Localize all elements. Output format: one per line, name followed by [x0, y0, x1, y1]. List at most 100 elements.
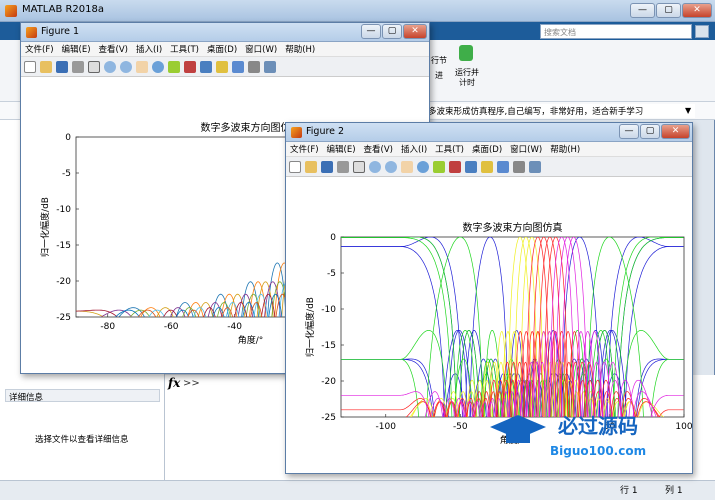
figure2-title: Figure 2: [306, 126, 345, 137]
menu-desktop[interactable]: 桌面(D): [203, 42, 241, 56]
menu-window[interactable]: 窗口(W): [241, 42, 281, 56]
fig1-y-tick-label: -10: [56, 205, 71, 215]
figure2-toolbar: [286, 157, 692, 177]
menu-help[interactable]: 帮助(H): [546, 142, 584, 156]
fig2-y-tick-label: 0: [330, 233, 336, 243]
print-icon[interactable]: [72, 61, 84, 73]
figure1-title: Figure 1: [41, 26, 80, 37]
zoom-in-icon[interactable]: [104, 61, 116, 73]
col-value: 1: [676, 486, 683, 496]
status-bar: [0, 480, 715, 500]
new-figure-icon[interactable]: [289, 161, 301, 173]
open-icon[interactable]: [40, 61, 52, 73]
figure1-toolbar: [21, 57, 429, 77]
print-icon[interactable]: [337, 161, 349, 173]
fig1-y-tick-label: -25: [56, 313, 71, 323]
new-figure-icon[interactable]: [24, 61, 36, 73]
fig2-y-tick-label: -20: [321, 377, 336, 387]
close-button[interactable]: ✕: [682, 3, 712, 18]
fig2-y-axis-label: 归一化幅度/dB: [304, 297, 316, 357]
menu-view[interactable]: 查看(V): [95, 42, 132, 56]
data-cursor-icon[interactable]: [433, 161, 445, 173]
pointer-icon[interactable]: [353, 161, 365, 173]
details-header[interactable]: 详细信息: [5, 389, 160, 403]
menu-view[interactable]: 查看(V): [360, 142, 397, 156]
menu-window[interactable]: 窗口(W): [506, 142, 546, 156]
zoom-out-icon[interactable]: [385, 161, 397, 173]
search-input[interactable]: 搜索文档: [540, 24, 692, 39]
command-prompt[interactable]: >>: [183, 378, 200, 389]
data-cursor-icon[interactable]: [168, 61, 180, 73]
menu-edit[interactable]: 编辑(E): [58, 42, 95, 56]
figure1-minimize-button[interactable]: —: [361, 24, 381, 39]
figure-icon: [291, 127, 302, 138]
colorbar-icon[interactable]: [481, 161, 493, 173]
fig2-y-tick-label: -15: [321, 341, 336, 351]
watermark-text: 必过源码: [557, 414, 638, 438]
fig2-y-tick-label: -10: [321, 305, 336, 315]
brush-icon[interactable]: [184, 61, 196, 73]
main-window-title: MATLAB R2018a: [22, 4, 105, 15]
watermark-logo: 必过源码 Biguo100.com: [490, 414, 646, 458]
pan-icon[interactable]: [401, 161, 413, 173]
colorbar-icon[interactable]: [216, 61, 228, 73]
menu-file[interactable]: 文件(F): [286, 142, 323, 156]
ribbon-label-advance: 进: [435, 71, 443, 80]
zoom-out-icon[interactable]: [120, 61, 132, 73]
rotate-icon[interactable]: [417, 161, 429, 173]
menu-edit[interactable]: 编辑(E): [323, 142, 360, 156]
fig2-chart-title: 数字多波束方向图仿真: [463, 221, 563, 234]
chevron-down-icon[interactable]: ▼: [685, 106, 691, 115]
figure1-maximize-button[interactable]: ▢: [382, 24, 402, 39]
figure2-titlebar: Figure 2 — ▢ ✕: [286, 123, 692, 142]
legend-icon[interactable]: [232, 61, 244, 73]
fx-icon: fx: [168, 376, 181, 390]
legend-icon[interactable]: [497, 161, 509, 173]
menu-help[interactable]: 帮助(H): [281, 42, 319, 56]
show-plot-tools-icon[interactable]: [529, 161, 541, 173]
row-value: 1: [631, 486, 638, 496]
fig1-y-tick-label: 0: [65, 133, 71, 143]
pointer-icon[interactable]: [88, 61, 100, 73]
menu-insert[interactable]: 插入(I): [132, 42, 166, 56]
menu-desktop[interactable]: 桌面(D): [468, 142, 506, 156]
minimize-button[interactable]: —: [630, 3, 655, 18]
fig2-x-tick-label: -50: [453, 422, 468, 432]
run-and-time-icon: [459, 45, 473, 61]
link-icon[interactable]: [200, 61, 212, 73]
rotate-icon[interactable]: [152, 61, 164, 73]
show-plot-tools-icon[interactable]: [264, 61, 276, 73]
save-icon[interactable]: [321, 161, 333, 173]
ribbon-button-section[interactable]: 行节: [428, 55, 450, 66]
fig1-y-tick-label: -5: [62, 169, 71, 179]
search-icon[interactable]: [695, 25, 709, 38]
open-icon[interactable]: [305, 161, 317, 173]
menu-tools[interactable]: 工具(T): [166, 42, 203, 56]
menu-tools[interactable]: 工具(T): [431, 142, 468, 156]
figure-icon: [26, 27, 37, 38]
figure2-close-button[interactable]: ✕: [661, 124, 690, 139]
save-icon[interactable]: [56, 61, 68, 73]
figure1-close-button[interactable]: ✕: [403, 24, 427, 39]
menu-insert[interactable]: 插入(I): [397, 142, 431, 156]
figure1-titlebar: Figure 1 — ▢ ✕: [21, 23, 429, 42]
brush-icon[interactable]: [449, 161, 461, 173]
status-col: 列 1: [665, 483, 683, 496]
zoom-in-icon[interactable]: [369, 161, 381, 173]
figure2-maximize-button[interactable]: ▢: [640, 124, 660, 139]
news-ticker[interactable]: 多波束形成仿真程序,自己编写，非常好用，适合新手学习: [425, 104, 695, 118]
maximize-button[interactable]: ▢: [656, 3, 681, 18]
hide-plot-tools-icon[interactable]: [248, 61, 260, 73]
hide-plot-tools-icon[interactable]: [513, 161, 525, 173]
fig1-y-tick-label: -20: [56, 277, 71, 287]
watermark-url: Biguo100.com: [550, 444, 646, 458]
pan-icon[interactable]: [136, 61, 148, 73]
main-titlebar: [0, 0, 715, 22]
link-icon[interactable]: [465, 161, 477, 173]
figure2-minimize-button[interactable]: —: [619, 124, 639, 139]
status-row: 行 1: [620, 483, 638, 496]
menu-file[interactable]: 文件(F): [21, 42, 58, 56]
run-and-time-button[interactable]: 运行并计时: [452, 68, 482, 88]
fig1-y-axis-label: 归一化幅度/dB: [39, 197, 51, 257]
fig2-y-tick-label: -25: [321, 413, 336, 423]
